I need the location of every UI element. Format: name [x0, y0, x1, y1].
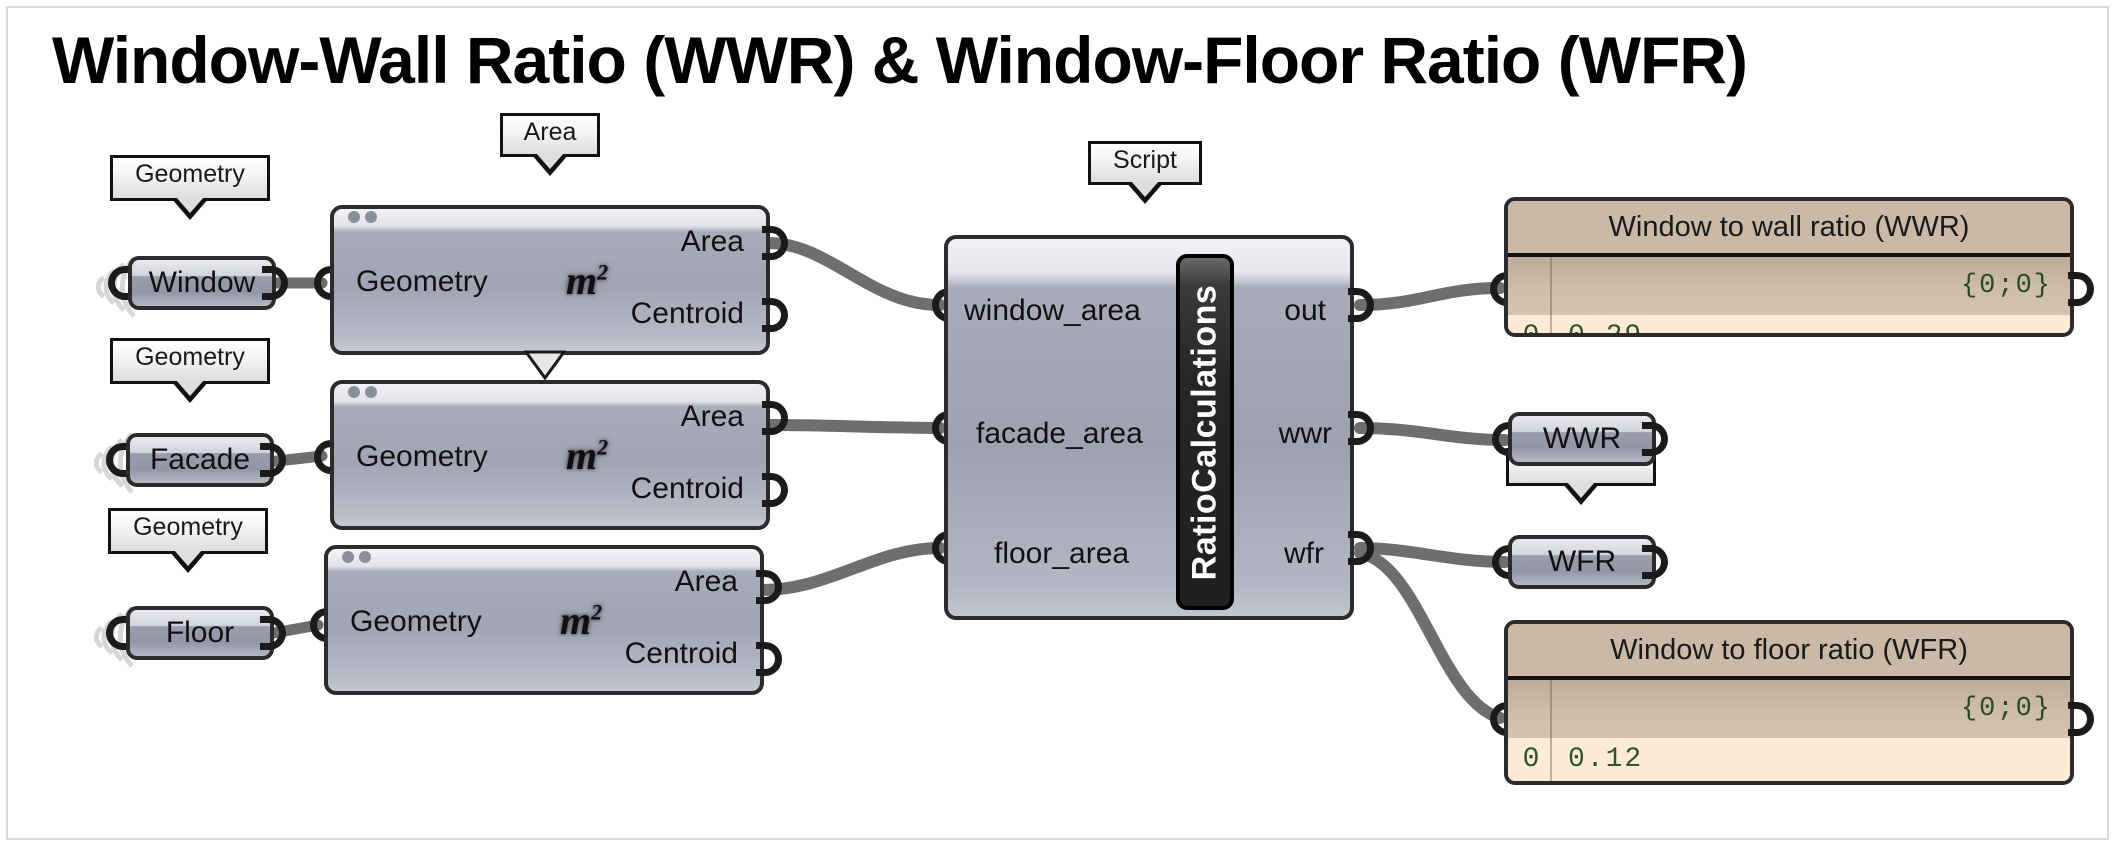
panel-gutter-line	[1550, 680, 1552, 781]
wire-wwr-to-wwr-chip	[1354, 422, 1511, 446]
area3-input-label: Geometry	[350, 605, 482, 638]
param-chip-window-label: Window	[148, 266, 256, 299]
output-panel-wwr-index: 0	[1522, 321, 1540, 337]
output-panel-wwr-path: {0;0}	[1508, 257, 2070, 315]
area1-input-label: Geometry	[356, 265, 488, 298]
script-name-bar[interactable]: RatioCalculations	[1176, 254, 1234, 610]
area1-output-centroid-label: Centroid	[630, 297, 744, 330]
m2-icon: m2	[566, 433, 609, 478]
wire-out-to-wwr-panel	[1354, 282, 1506, 311]
script-output-wwr-label: wwr	[1278, 417, 1332, 450]
param-chip-wwr[interactable]: WWR	[1508, 412, 1656, 466]
output-panel-wfr-path: {0;0}	[1508, 680, 2070, 738]
wire-area1-to-window_area	[762, 237, 946, 311]
output-panel-wfr-index: 0	[1522, 744, 1540, 775]
panel-gutter-line	[1550, 257, 1552, 333]
tooltip-script: Script	[1088, 141, 1202, 204]
output-panel-wwr-row: 0 0.29	[1508, 315, 2070, 337]
output-panel-wfr-body: {0;0} 0 0.12	[1508, 680, 2070, 781]
area3-output-centroid-label: Centroid	[624, 637, 738, 670]
script-input-facade_area-label: facade_area	[976, 417, 1143, 450]
area1-output-area-label: Area	[680, 225, 744, 258]
script-input-window_area-label: window_area	[964, 294, 1141, 327]
script-input-floor_area-label: floor_area	[994, 537, 1130, 570]
wire-area3-to-floor_area	[756, 542, 946, 596]
component-menu-dots[interactable]	[348, 386, 382, 398]
m2-icon: m2	[566, 258, 609, 303]
area2-output-centroid-label: Centroid	[630, 472, 744, 505]
component-menu-dots[interactable]	[342, 551, 376, 563]
m2-icon: m2	[560, 598, 603, 643]
area-component-1[interactable]: Geometry m2 Area Centroid	[330, 205, 770, 355]
area3-output-area-label: Area	[674, 565, 738, 598]
grasshopper-canvas: Window-Wall Ratio (WWR) & Window-Floor R…	[0, 0, 2119, 850]
param-chip-wfr-label: WFR	[1547, 545, 1617, 578]
param-chip-window[interactable]: Window	[128, 256, 276, 310]
output-panel-wwr-value: 0.29	[1568, 321, 1644, 337]
tooltip-area: Area	[500, 113, 600, 176]
tooltip-geometry-floor: Geometry	[108, 508, 268, 573]
output-panel-wwr-body: {0;0} 0 0.29	[1508, 257, 2070, 333]
param-chip-facade-label: Facade	[149, 443, 251, 476]
script-component[interactable]: window_area facade_area floor_area out w…	[944, 235, 1354, 620]
param-chip-floor-label: Floor	[165, 616, 235, 649]
output-panel-wfr-value: 0.12	[1568, 744, 1644, 775]
output-panel-wfr[interactable]: Window to floor ratio (WFR) {0;0} 0 0.12	[1504, 620, 2074, 785]
script-output-wfr-label: wfr	[1284, 537, 1324, 570]
output-panel-wfr-header: Window to floor ratio (WFR)	[1508, 624, 2070, 680]
tooltip-geometry-facade: Geometry	[110, 338, 270, 403]
script-output-out-label: out	[1284, 294, 1326, 327]
param-chip-floor[interactable]: Floor	[126, 606, 274, 660]
param-chip-facade[interactable]: Facade	[126, 433, 274, 487]
output-panel-wwr[interactable]: Window to wall ratio (WWR) {0;0} 0 0.29	[1504, 197, 2074, 337]
wire-wfr-to-wfr-panel	[1354, 547, 1506, 724]
tooltip-geometry-window: Geometry	[110, 155, 270, 220]
param-chip-wfr[interactable]: WFR	[1508, 535, 1656, 589]
area-component-2[interactable]: Geometry m2 Area Centroid	[330, 380, 770, 530]
param-chip-wwr-label: WWR	[1542, 422, 1622, 455]
script-name-label: RatioCalculations	[1185, 284, 1224, 580]
area2-output-area-label: Area	[680, 400, 744, 433]
area2-input-label: Geometry	[356, 440, 488, 473]
output-panel-wfr-row: 0 0.12	[1508, 738, 2070, 775]
output-panel-wwr-header: Window to wall ratio (WWR)	[1508, 201, 2070, 257]
area-component-3[interactable]: Geometry m2 Area Centroid	[324, 545, 764, 695]
wire-area2-to-facade_area	[762, 419, 946, 434]
component-collapse-arrow-1[interactable]	[524, 350, 566, 380]
component-menu-dots[interactable]	[348, 211, 382, 223]
